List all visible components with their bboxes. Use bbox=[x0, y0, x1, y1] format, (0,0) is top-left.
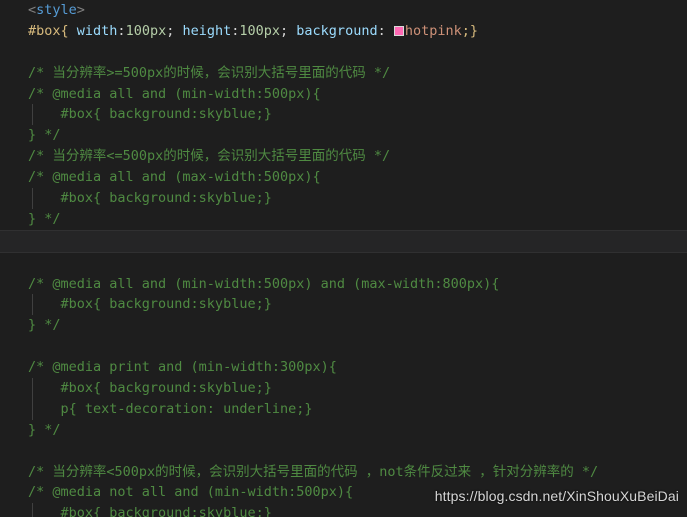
token-close-brace-1: ;} bbox=[461, 22, 479, 39]
color-swatch-icon[interactable] bbox=[393, 25, 404, 36]
token-selector-box: #box{ bbox=[28, 22, 69, 39]
token-semicolon-2: ; bbox=[280, 22, 297, 39]
code-line-16[interactable]: } */ bbox=[0, 315, 687, 336]
code-line-4[interactable]: /* 当分辨率>=500px的时候，会识别大括号里面的代码 */ bbox=[0, 63, 687, 84]
comment-min-width-500-zh: /* 当分辨率>=500px的时候，会识别大括号里面的代码 */ bbox=[28, 64, 391, 81]
comment-box-skyblue-3: #box{ background:skyblue;} bbox=[28, 296, 272, 313]
code-line-15[interactable]: #box{ background:skyblue;} bbox=[0, 294, 687, 316]
code-line-13-empty[interactable] bbox=[0, 253, 687, 274]
code-line-8[interactable]: /* 当分辨率<=500px的时候，会识别大括号里面的代码 */ bbox=[0, 146, 687, 167]
angle-bracket-open-icon: < bbox=[28, 2, 37, 18]
comment-box-skyblue-2: #box{ background:skyblue;} bbox=[28, 190, 272, 207]
code-line-23[interactable]: /* 当分辨率<500px的时候，会识别大括号里面的代码 ，not条件反过来 ，… bbox=[0, 462, 687, 483]
code-line-21[interactable]: } */ bbox=[0, 420, 687, 441]
comment-media-min-width-500: /* @media all and (min-width:500px){ bbox=[28, 85, 321, 102]
code-line-22-empty[interactable] bbox=[0, 441, 687, 462]
token-prop-height: height bbox=[182, 22, 232, 39]
watermark-url: https://blog.csdn.net/XinShouXuBeiDai bbox=[434, 488, 679, 505]
code-line-9[interactable]: /* @media all and (max-width:500px){ bbox=[0, 167, 687, 188]
code-line-18[interactable]: /* @media print and (min-width:300px){ bbox=[0, 357, 687, 378]
comment-close-4: } */ bbox=[28, 421, 61, 438]
comment-media-not-all-500: /* @media not all and (min-width:500px){ bbox=[28, 484, 354, 501]
comment-media-print-300: /* @media print and (min-width:300px){ bbox=[28, 359, 337, 376]
code-content-area[interactable]: <style> #box{ width:100px; height:100px;… bbox=[0, 0, 687, 517]
token-value-hotpink: hotpink bbox=[404, 22, 462, 39]
comment-close-1: } */ bbox=[28, 127, 61, 144]
code-line-17-empty[interactable] bbox=[0, 336, 687, 357]
comment-box-skyblue-4: #box{ background:skyblue;} bbox=[28, 380, 272, 397]
code-line-19[interactable]: #box{ background:skyblue;} bbox=[0, 378, 687, 399]
comment-close-3: } */ bbox=[28, 317, 61, 334]
code-line-5[interactable]: /* @media all and (min-width:500px){ bbox=[0, 84, 687, 105]
code-line-3-empty[interactable] bbox=[0, 42, 687, 63]
comment-box-skyblue-5: #box{ background:skyblue;} bbox=[28, 505, 272, 517]
comment-p-underline: p{ text-decoration: underline;} bbox=[28, 400, 313, 417]
token-prop-width: width bbox=[68, 22, 118, 39]
comment-box-skyblue-1: #box{ background:skyblue;} bbox=[28, 106, 272, 123]
angle-bracket-close-icon: > bbox=[76, 2, 85, 18]
comment-max-width-500-zh: /* 当分辨率<=500px的时候，会识别大括号里面的代码 */ bbox=[28, 148, 391, 165]
code-line-11[interactable]: } */ bbox=[0, 209, 687, 230]
code-line-1[interactable]: <style> bbox=[0, 0, 687, 21]
token-style-tag-name: style bbox=[36, 2, 77, 18]
code-line-14[interactable]: /* @media all and (min-width:500px) and … bbox=[0, 274, 687, 295]
code-line-6[interactable]: #box{ background:skyblue;} bbox=[0, 104, 687, 126]
code-editor[interactable]: <style> #box{ width:100px; height:100px;… bbox=[0, 0, 687, 517]
token-colon-3: : bbox=[377, 22, 394, 39]
code-line-2[interactable]: #box{ width:100px; height:100px; backgro… bbox=[0, 21, 687, 42]
code-line-20[interactable]: p{ text-decoration: underline;} bbox=[0, 398, 687, 420]
token-value-width: 100px bbox=[125, 22, 167, 39]
comment-media-range-500-800: /* @media all and (min-width:500px) and … bbox=[28, 275, 500, 292]
token-prop-background: background bbox=[296, 22, 378, 39]
token-colon-1: : bbox=[117, 22, 126, 39]
code-line-7[interactable]: } */ bbox=[0, 125, 687, 146]
comment-not-500-zh: /* 当分辨率<500px的时候，会识别大括号里面的代码 ，not条件反过来 ，… bbox=[28, 463, 599, 480]
token-value-height: 100px bbox=[239, 22, 281, 39]
comment-close-2: } */ bbox=[28, 210, 61, 227]
code-line-12-active-empty[interactable] bbox=[0, 229, 687, 253]
token-semicolon-1: ; bbox=[166, 22, 183, 39]
code-line-10[interactable]: #box{ background:skyblue;} bbox=[0, 188, 687, 209]
comment-media-max-width-500: /* @media all and (max-width:500px){ bbox=[28, 169, 321, 186]
